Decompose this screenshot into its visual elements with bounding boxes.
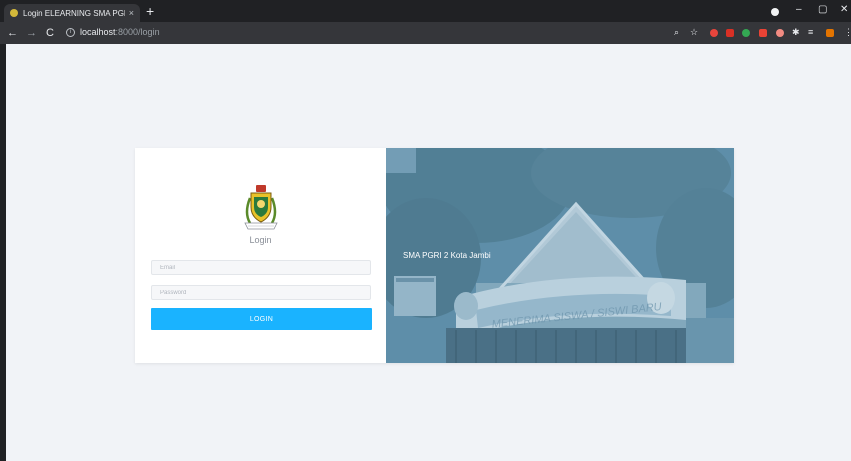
extension-mail-icon[interactable] xyxy=(759,29,767,37)
bookmark-star-icon[interactable]: ☆ xyxy=(690,27,698,38)
profile-icon[interactable] xyxy=(771,8,779,16)
url-path: :8000/login xyxy=(115,27,160,37)
password-input[interactable] xyxy=(151,285,371,300)
login-card: Login LOGIN xyxy=(135,148,734,363)
extensions-puzzle-icon[interactable]: ✱ xyxy=(792,27,800,38)
page-content: Login LOGIN xyxy=(6,44,851,461)
login-form-panel: Login LOGIN xyxy=(135,148,386,363)
minimize-icon[interactable]: – xyxy=(796,4,802,16)
browser-menu-icon[interactable]: ⋮ xyxy=(844,27,851,38)
tab-close-icon[interactable]: × xyxy=(129,8,134,18)
login-heading: Login xyxy=(249,235,272,245)
extension-orange-icon[interactable] xyxy=(826,29,834,37)
close-window-icon[interactable]: ✕ xyxy=(840,4,848,16)
extension-adblock-icon[interactable] xyxy=(726,29,734,37)
back-icon[interactable]: ← xyxy=(7,26,18,40)
browser-tab-strip: Login ELEARNING SMA PGRI 2 K × + – ▢ ✕ xyxy=(0,0,851,22)
url-host: localhost xyxy=(80,27,116,37)
login-button[interactable]: LOGIN xyxy=(151,308,372,330)
favicon-icon xyxy=(10,9,18,17)
school-logo-icon xyxy=(244,185,278,230)
school-name-label: SMA PGRI 2 Kota Jambi xyxy=(403,251,491,260)
browser-tab[interactable]: Login ELEARNING SMA PGRI 2 K × xyxy=(4,4,140,22)
maximize-icon[interactable]: ▢ xyxy=(818,4,827,16)
address-bar[interactable]: localhost:8000/login xyxy=(80,27,160,37)
extension-pink-icon[interactable] xyxy=(776,29,784,37)
reading-list-icon[interactable]: ≡ xyxy=(808,27,813,38)
email-input[interactable] xyxy=(151,260,371,275)
reload-icon[interactable]: C xyxy=(46,26,54,40)
extension-red-icon[interactable] xyxy=(710,29,718,37)
browser-toolbar: ← → C i localhost:8000/login ⌕ ☆ ✱ ≡ ⋮ xyxy=(0,22,851,44)
forward-icon[interactable]: → xyxy=(26,26,37,40)
extension-green-icon[interactable] xyxy=(742,29,750,37)
school-photo-panel: MENERIMA SISWA / SISWI BARU SMA PGRI 2 K… xyxy=(386,148,734,363)
new-tab-button[interactable]: + xyxy=(146,4,154,18)
site-info-icon[interactable]: i xyxy=(66,28,75,37)
tab-title: Login ELEARNING SMA PGRI 2 K xyxy=(23,8,125,18)
zoom-icon[interactable]: ⌕ xyxy=(674,27,679,38)
